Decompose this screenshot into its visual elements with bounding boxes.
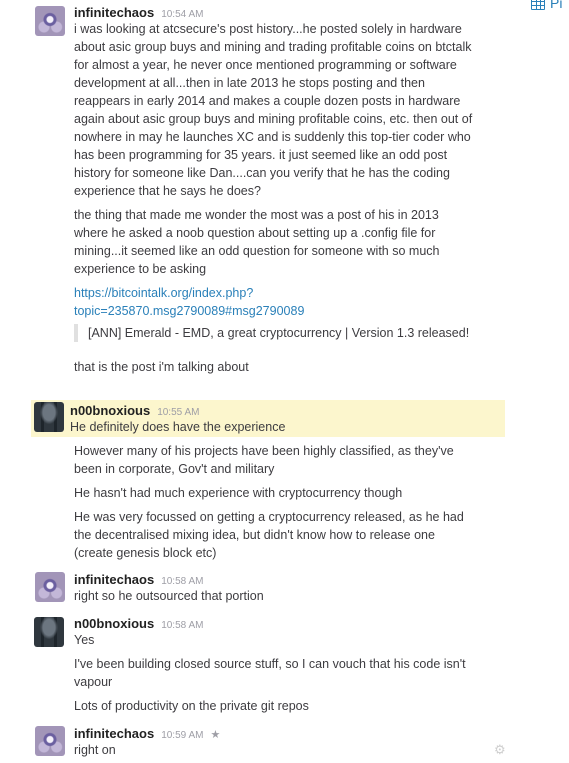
message-group: infinitechaos 10:59 AM ★ right on xyxy=(0,725,505,763)
top-right-link[interactable]: Pi xyxy=(531,0,562,12)
message-text: that is the post i'm talking about xyxy=(74,360,249,374)
message-text: He definitely does have the experience xyxy=(70,420,286,434)
message-text: the thing that made me wonder the most w… xyxy=(74,208,440,276)
calendar-icon xyxy=(531,0,545,10)
message-group: n00bnoxious 10:58 AM Yes I've been build… xyxy=(0,615,505,715)
timestamp[interactable]: 10:59 AM xyxy=(161,730,203,741)
timestamp[interactable]: 10:55 AM xyxy=(157,407,199,418)
avatar[interactable] xyxy=(35,572,65,602)
avatar[interactable] xyxy=(35,6,65,36)
avatar[interactable] xyxy=(34,402,64,432)
username[interactable]: n00bnoxious xyxy=(70,403,150,418)
message-text: He hasn't had much experience with crypt… xyxy=(74,486,403,500)
message-text: He was very focussed on getting a crypto… xyxy=(74,510,464,560)
username[interactable]: infinitechaos xyxy=(74,572,154,587)
message-text: i was looking at atcsecure's post histor… xyxy=(74,22,473,198)
avatar[interactable] xyxy=(34,617,64,647)
message-text: Lots of productivity on the private git … xyxy=(74,699,309,713)
timestamp[interactable]: 10:58 AM xyxy=(161,620,203,631)
message-group: infinitechaos 10:54 AM i was looking at … xyxy=(0,0,505,395)
username[interactable]: n00bnoxious xyxy=(74,616,154,631)
message-text: right on xyxy=(74,743,116,757)
star-icon[interactable]: ★ xyxy=(210,728,220,741)
timestamp[interactable]: 10:58 AM xyxy=(161,576,203,587)
message-text: Yes xyxy=(74,633,95,647)
avatar[interactable] xyxy=(35,726,65,756)
top-right-label: Pi xyxy=(550,0,563,11)
timestamp[interactable]: 10:54 AM xyxy=(161,9,203,20)
message-link[interactable]: https://bitcointalk.org/index.php? topic=… xyxy=(74,286,304,318)
message-group: infinitechaos 10:58 AM right so he outso… xyxy=(0,571,505,611)
message-group: n00bnoxious 10:55 AM He definitely does … xyxy=(0,400,505,565)
link-preview-quote[interactable]: [ANN] Emerald - EMD, a great cryptocurre… xyxy=(74,324,474,342)
message-text: However many of his projects have been h… xyxy=(74,444,454,476)
gear-icon[interactable]: ⚙ xyxy=(494,743,506,756)
message-text: I've been building closed source stuff, … xyxy=(74,657,466,689)
message-text: right so he outsourced that portion xyxy=(74,589,264,603)
username[interactable]: infinitechaos xyxy=(74,726,154,741)
username[interactable]: infinitechaos xyxy=(74,5,154,20)
